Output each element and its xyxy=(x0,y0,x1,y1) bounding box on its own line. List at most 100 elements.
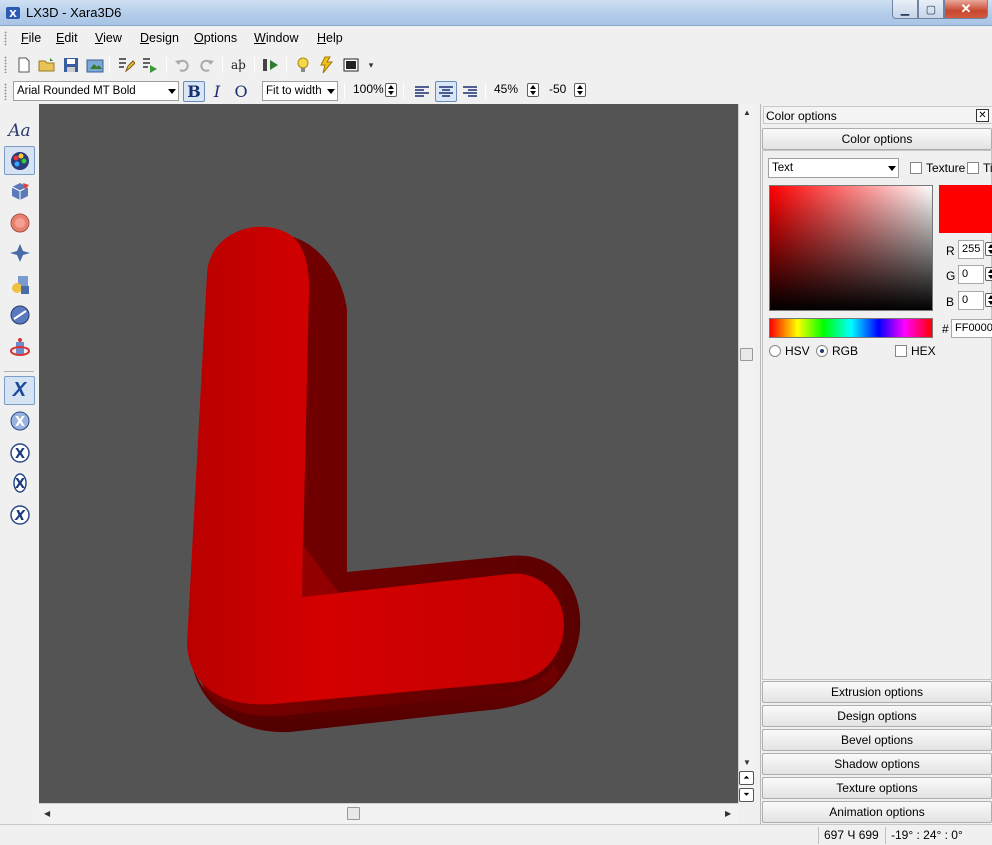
menu-grip[interactable] xyxy=(4,31,7,46)
shadow-tool[interactable] xyxy=(4,238,35,267)
font-select[interactable]: Arial Rounded MT Bold xyxy=(13,81,179,101)
g-stepper[interactable] xyxy=(985,267,992,281)
rotate-tool[interactable] xyxy=(4,332,35,361)
b-field[interactable]: 0 xyxy=(958,291,984,310)
zoom-stepper[interactable] xyxy=(385,83,397,97)
b-stepper[interactable] xyxy=(985,293,992,307)
export-button[interactable] xyxy=(85,55,105,75)
outline-button[interactable]: O xyxy=(230,81,252,102)
spacing-stepper[interactable] xyxy=(527,83,539,97)
toolbar-grip[interactable] xyxy=(4,56,7,73)
text-button[interactable]: ab xyxy=(229,55,249,75)
align-center-button[interactable] xyxy=(435,81,457,102)
menu-file[interactable]: File xyxy=(21,31,41,45)
open-button[interactable] xyxy=(37,55,57,75)
menu-view[interactable]: View xyxy=(95,31,122,45)
texture-checkbox[interactable] xyxy=(910,162,922,174)
redo-button[interactable] xyxy=(197,55,217,75)
vertical-scrollbar[interactable]: ▲ ▼ xyxy=(738,104,755,803)
menu-design[interactable]: Design xyxy=(140,31,179,45)
flash-button[interactable] xyxy=(317,55,337,75)
fit-select[interactable]: Fit to width xyxy=(262,81,338,101)
italic-button[interactable]: I xyxy=(206,81,228,102)
shadow-options-button[interactable]: Shadow options xyxy=(762,753,992,775)
align-right-icon xyxy=(463,85,477,97)
scroll-right-icon[interactable]: ▶ xyxy=(725,809,731,818)
texture-options-button[interactable]: Texture options xyxy=(762,777,992,799)
chevron-down-icon: ▾ xyxy=(368,59,374,70)
color-tool-icon xyxy=(10,151,29,170)
text-tool[interactable]: Aa xyxy=(4,116,35,145)
align-right-button[interactable] xyxy=(459,81,481,102)
x-spin-tool[interactable]: X xyxy=(4,406,35,435)
menu-help[interactable]: Help xyxy=(317,31,343,45)
r-stepper[interactable] xyxy=(985,242,992,256)
horizontal-scroll-thumb[interactable] xyxy=(347,807,360,820)
new-icon xyxy=(18,57,30,73)
bold-button[interactable]: B xyxy=(183,81,205,102)
offset-stepper[interactable] xyxy=(574,83,586,97)
canvas-3d-view[interactable] xyxy=(39,104,738,803)
animation-options-button[interactable]: Animation options xyxy=(762,801,992,823)
zoom-value[interactable]: 100% xyxy=(353,82,384,96)
scroll-down-icon[interactable]: ▼ xyxy=(743,758,751,767)
x-swing-tool[interactable]: X xyxy=(4,468,35,497)
animation-tool[interactable] xyxy=(4,300,35,329)
animation-icon xyxy=(263,59,278,71)
scroll-up-icon[interactable]: ▲ xyxy=(743,108,751,117)
main-toolbar: ab ▾ xyxy=(0,51,992,78)
vertical-scroll-thumb[interactable] xyxy=(740,348,753,361)
g-field[interactable]: 0 xyxy=(958,265,984,284)
spacing-value[interactable]: 45% xyxy=(494,82,518,96)
menu-options[interactable]: Options xyxy=(194,31,237,45)
offset-value[interactable]: -50 xyxy=(549,82,566,96)
x-tumble-tool[interactable]: X xyxy=(4,438,35,467)
scroll-left-icon[interactable]: ◀ xyxy=(44,809,50,818)
extrusion-tool[interactable] xyxy=(4,176,35,205)
hsv-radio[interactable] xyxy=(769,345,781,357)
save-button[interactable] xyxy=(61,55,81,75)
r-label: R xyxy=(946,244,955,258)
format-grip[interactable] xyxy=(4,83,7,100)
design-options-button[interactable]: Design options xyxy=(762,705,992,727)
r-field[interactable]: 255 xyxy=(958,240,984,259)
tint-checkbox[interactable] xyxy=(967,162,979,174)
light-button[interactable] xyxy=(293,55,313,75)
minimize-button[interactable]: ▁ xyxy=(892,0,918,19)
color-options-header[interactable]: Color options xyxy=(762,128,992,150)
letter-l-3d xyxy=(187,226,581,733)
edit-text-button[interactable] xyxy=(116,55,136,75)
extrusion-options-button[interactable]: Extrusion options xyxy=(762,681,992,703)
panel-close-button[interactable]: ✕ xyxy=(976,109,989,122)
x-rotate-tool[interactable]: X xyxy=(4,376,35,405)
hue-slider[interactable] xyxy=(769,318,933,338)
bevel-options-button[interactable]: Bevel options xyxy=(762,729,992,751)
hex-field[interactable]: FF0000 xyxy=(951,319,992,338)
view-dropdown[interactable]: ▾ xyxy=(361,55,381,75)
hex-hash-label: # xyxy=(942,322,949,336)
maximize-button[interactable]: ▢ xyxy=(918,0,944,19)
status-angles: -19° : 24° : 0° xyxy=(885,827,968,844)
toolbox: Aa X X X X X xyxy=(0,104,38,824)
new-button[interactable] xyxy=(14,55,34,75)
menu-edit[interactable]: Edit xyxy=(56,31,78,45)
replace-button[interactable] xyxy=(140,55,160,75)
texture-tool[interactable] xyxy=(4,270,35,299)
color-tool[interactable] xyxy=(4,146,35,175)
x-roll-tool[interactable]: X xyxy=(4,500,35,529)
undo-button[interactable] xyxy=(172,55,192,75)
bevel-tool[interactable] xyxy=(4,208,35,237)
close-button[interactable]: ✕ xyxy=(944,0,988,19)
rgb-radio[interactable] xyxy=(816,345,828,357)
hex-checkbox[interactable] xyxy=(895,345,907,357)
menu-window[interactable]: Window xyxy=(254,31,298,45)
animation-button[interactable] xyxy=(261,55,281,75)
view-button[interactable] xyxy=(341,55,361,75)
color-target-select[interactable]: Text xyxy=(768,158,899,178)
svg-text:ab: ab xyxy=(231,58,246,72)
page-up-button[interactable]: ⏶ xyxy=(739,771,754,785)
align-left-button[interactable] xyxy=(411,81,433,102)
horizontal-scrollbar[interactable]: ◀ ▶ xyxy=(39,803,738,824)
saturation-value-picker[interactable] xyxy=(769,185,933,311)
page-down-button[interactable]: ⏷ xyxy=(739,788,754,802)
